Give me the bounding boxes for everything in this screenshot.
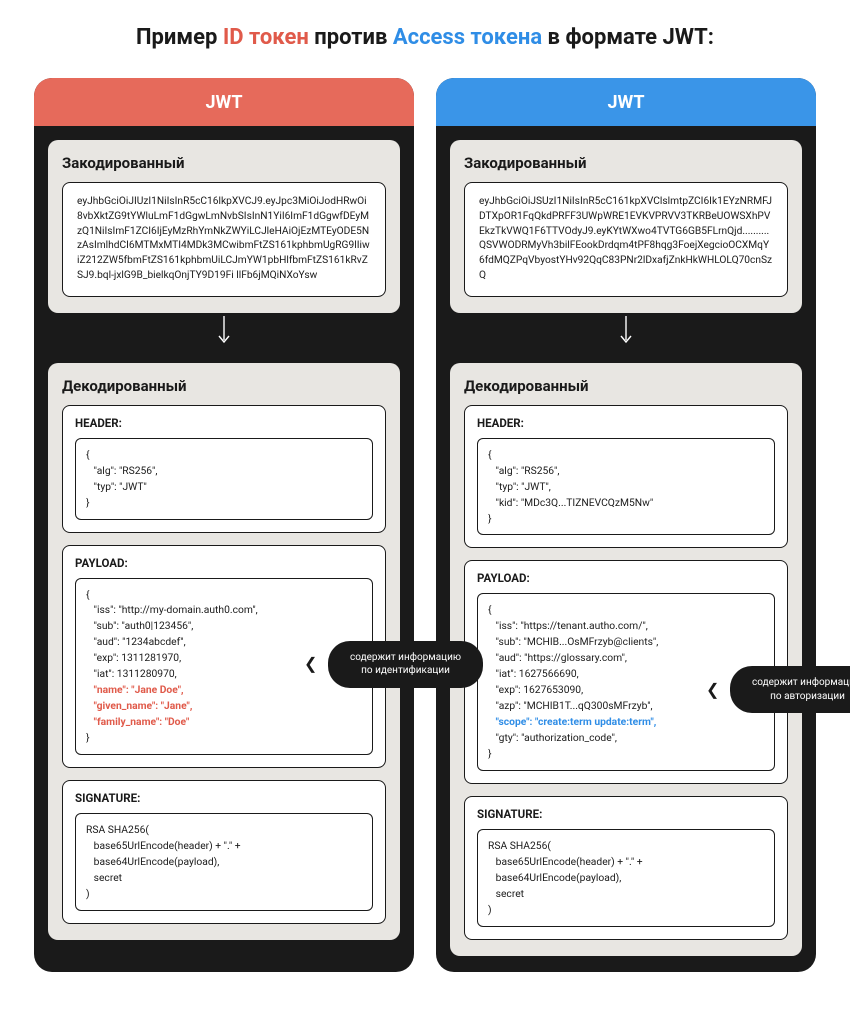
header-code: { "alg": "RS256", "typ": "JWT", "kid": "… (477, 438, 775, 536)
header-section: HEADER: { "alg": "RS256", "typ": "JWT", … (464, 405, 788, 549)
payload-label: PAYLOAD: (75, 556, 373, 570)
signature-code: RSA SHA256( base65UrlEncode(header) + ".… (477, 829, 775, 927)
decoded-label: Декодированный (62, 377, 386, 395)
header-label: HEADER: (477, 416, 775, 430)
callout-arrow-icon: ❮ (706, 679, 719, 701)
callout-identity: ❮ содержит информацию по идентификации (328, 641, 483, 688)
decoded-panel: Декодированный HEADER: { "alg": "RS256",… (48, 363, 400, 940)
id-token-card: JWT Закодированный eyJhbGciOiJIUzI1NiIsI… (34, 78, 414, 972)
callout-authorization: ❮ содержит информацию по авторизации (730, 666, 850, 713)
arrow-down-icon (34, 313, 414, 349)
encoded-token: eyJhbGciOiJIUzI1NiIsInR5cC16lkpXVCJ9.eyJ… (62, 182, 386, 297)
signature-code: RSA SHA256( base65UrlEncode(header) + ".… (75, 813, 373, 911)
access-token-card: JWT Закодированный eyJhbGciOiJSUzI1NiIsI… (436, 78, 816, 972)
decoded-panel: Декодированный HEADER: { "alg": "RS256",… (450, 363, 802, 956)
signature-label: SIGNATURE: (477, 807, 775, 821)
encoded-label: Закодированный (464, 154, 788, 172)
signature-section: SIGNATURE: RSA SHA256( base65UrlEncode(h… (464, 796, 788, 940)
arrow-down-icon (436, 313, 816, 349)
highlight-name: "name": "Jane Doe", (86, 683, 184, 696)
id-token-text: ID токен (223, 25, 309, 50)
header-code: { "alg": "RS256", "typ": "JWT" } (75, 438, 373, 520)
access-token-header: JWT (436, 78, 816, 126)
access-token-text: Access токена (393, 25, 542, 50)
encoded-panel: Закодированный eyJhbGciOiJSUzI1NiIsInR5c… (450, 140, 802, 313)
header-label: HEADER: (75, 416, 373, 430)
signature-section: SIGNATURE: RSA SHA256( base65UrlEncode(h… (62, 780, 386, 924)
columns: JWT Закодированный eyJhbGciOiJIUzI1NiIsI… (30, 78, 820, 972)
payload-section: PAYLOAD: { "iss": "http://my-domain.auth… (62, 545, 386, 769)
callout-arrow-icon: ❮ (304, 653, 317, 675)
encoded-panel: Закодированный eyJhbGciOiJIUzI1NiIsInR5c… (48, 140, 400, 313)
decoded-label: Декодированный (464, 377, 788, 395)
id-token-header: JWT (34, 78, 414, 126)
payload-section: PAYLOAD: { "iss": "https://tenant.autho.… (464, 560, 788, 784)
encoded-token: eyJhbGciOiJSUzI1NiIsInR5cC161kpXVClslmtp… (464, 182, 788, 297)
highlight-family-name: "family_name": "Doe" (86, 715, 189, 728)
header-section: HEADER: { "alg": "RS256", "typ": "JWT" } (62, 405, 386, 533)
page-title: Пример ID токен против Access токена в ф… (30, 25, 820, 50)
signature-label: SIGNATURE: (75, 791, 373, 805)
encoded-label: Закодированный (62, 154, 386, 172)
highlight-given-name: "given_name": "Jane", (86, 699, 192, 712)
payload-label: PAYLOAD: (477, 571, 775, 585)
highlight-scope: "scope": "create:term update:term", (488, 715, 656, 728)
